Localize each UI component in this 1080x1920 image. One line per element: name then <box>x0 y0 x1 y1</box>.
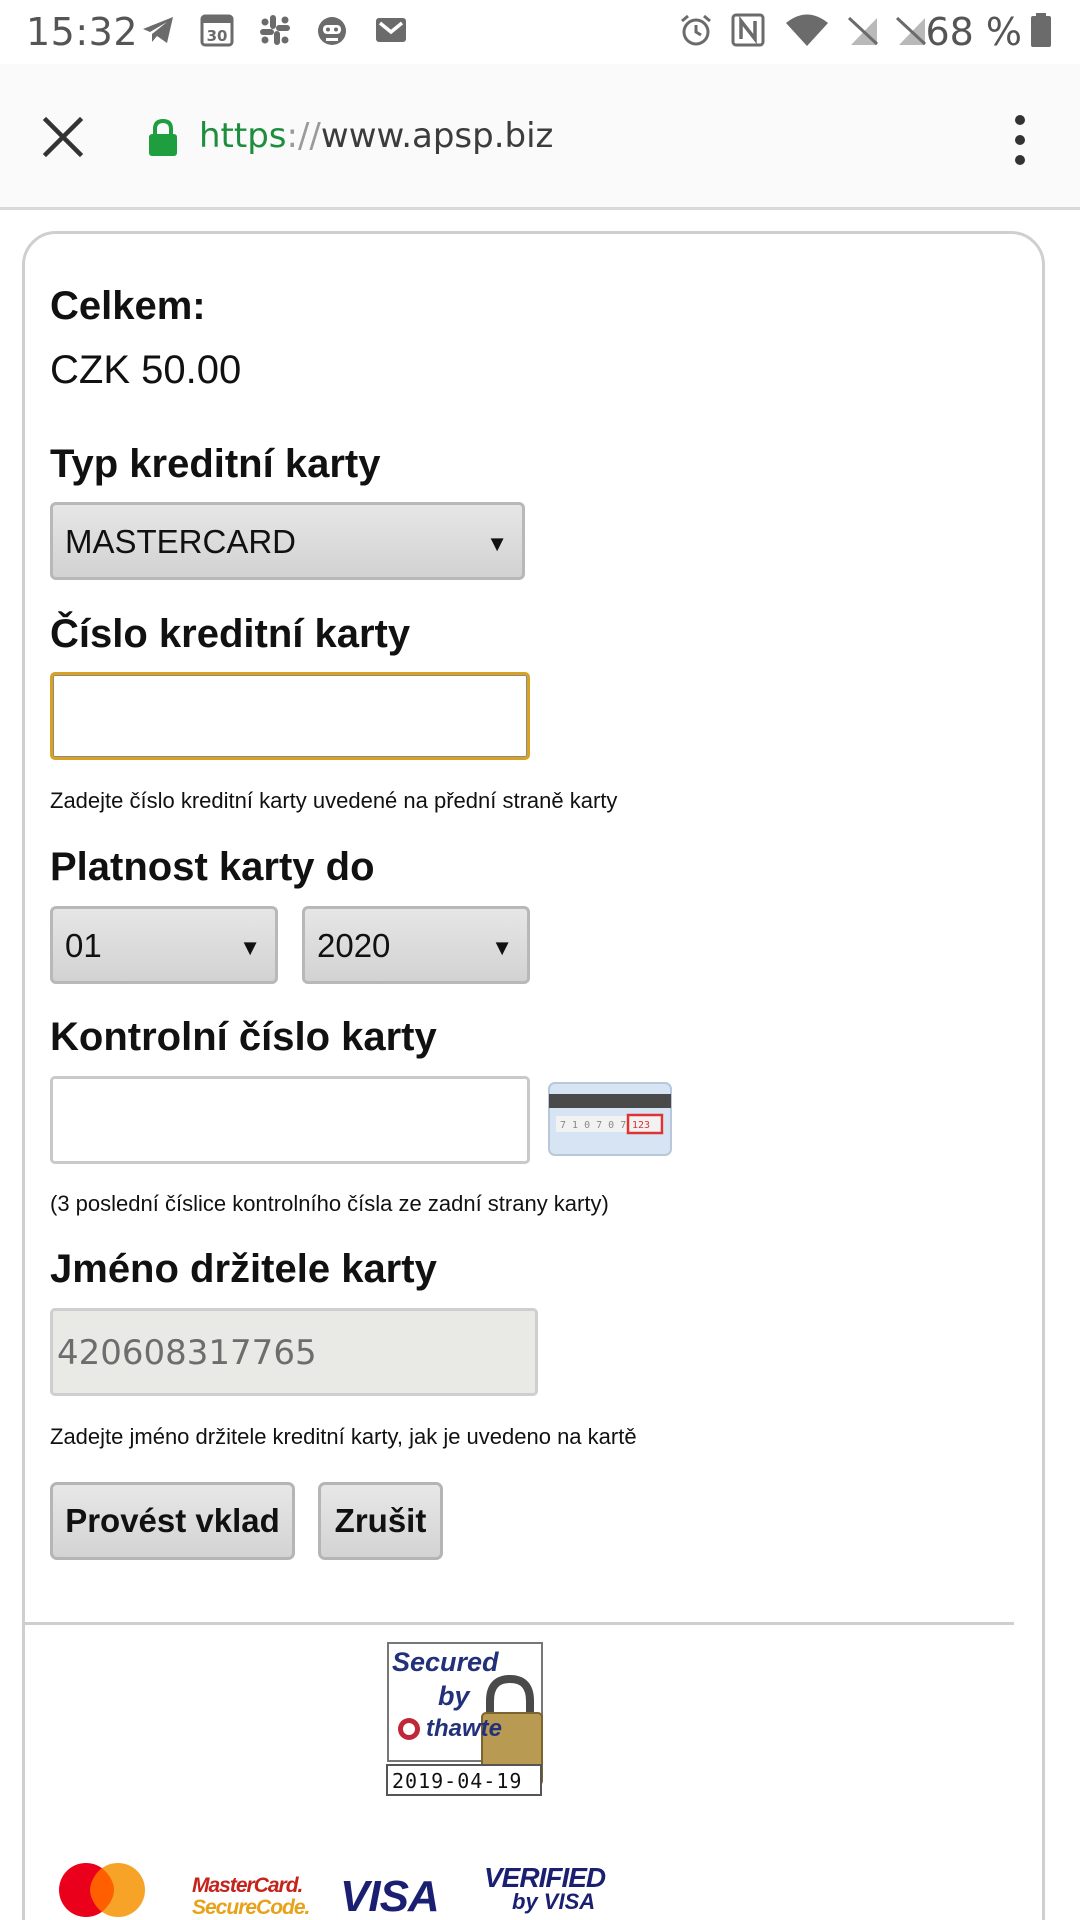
cvv-input[interactable] <box>50 1076 530 1164</box>
seal-date: 2019-04-19 <box>392 1769 523 1793</box>
status-time: 15:32 <box>26 10 139 54</box>
expiry-month-value: 01 <box>65 927 102 964</box>
status-bar: 15:32 30 68 % <box>0 0 1080 64</box>
close-icon[interactable] <box>36 110 90 164</box>
securecode-line2: SecureCode. <box>192 1896 310 1919</box>
thawte-seal[interactable]: Secured by thawte 2019-04-19 <box>386 1641 546 1801</box>
calendar-30-icon: 30 <box>200 14 234 47</box>
card-back-cvv-icon: 7 1 0 7 0 7 123 <box>548 1082 672 1156</box>
expiry-month-select[interactable]: 01 ▼ <box>50 906 278 984</box>
holder-name-value: 420608317765 <box>57 1333 317 1373</box>
card-type-value: MASTERCARD <box>65 523 297 560</box>
verified-by-visa-logo: VERIFIED by VISA <box>484 1862 614 1914</box>
svg-text:7 1 0 7 0 7: 7 1 0 7 0 7 <box>560 1120 626 1131</box>
seal-by-text: by <box>438 1681 470 1711</box>
mastercard-securecode-logo: MasterCard. SecureCode. <box>192 1874 310 1919</box>
card-number-input[interactable] <box>50 672 530 760</box>
seal-brand-text: thawte <box>426 1715 503 1742</box>
holder-name-input[interactable]: 420608317765 <box>50 1308 538 1396</box>
card-number-label: Číslo kreditní karty <box>50 612 411 656</box>
submit-deposit-button[interactable]: Provést vklad <box>50 1482 295 1560</box>
card-type-label: Typ kreditní karty <box>50 442 381 486</box>
card-type-select[interactable]: MASTERCARD ▼ <box>50 502 525 580</box>
holder-label: Jméno držitele karty <box>50 1247 437 1291</box>
verified-line1: VERIFIED <box>484 1862 606 1893</box>
slack-icon <box>260 15 290 45</box>
svg-text:123: 123 <box>632 1120 650 1131</box>
cvv-label: Kontrolní číslo karty <box>50 1015 437 1059</box>
telegram-icon <box>143 17 173 43</box>
holder-hint: Zadejte jméno držitele kreditní karty, j… <box>50 1424 637 1449</box>
card-number-hint: Zadejte číslo kreditní karty uvedené na … <box>50 788 618 813</box>
mastercard-logo-icon <box>59 1863 145 1917</box>
chevron-down-icon: ▼ <box>491 935 513 960</box>
expiry-label: Platnost karty do <box>50 845 375 889</box>
cvv-hint: (3 poslední číslice kontrolního čísla ze… <box>50 1191 609 1216</box>
url-scheme: https <box>199 116 287 156</box>
battery-percent: 68 % <box>925 10 1022 54</box>
gmail-icon <box>376 18 406 42</box>
visa-logo: VISA <box>340 1872 440 1920</box>
seal-secured-text: Secured <box>392 1647 499 1677</box>
svg-text:30: 30 <box>207 27 228 45</box>
divider <box>24 1622 1014 1625</box>
total-label: Celkem: <box>50 284 206 328</box>
verified-line2: by VISA <box>512 1889 596 1914</box>
chevron-down-icon: ▼ <box>486 531 508 556</box>
wifi-icon <box>786 14 828 46</box>
more-options-icon[interactable] <box>1000 112 1040 168</box>
nfc-icon <box>731 13 765 47</box>
browser-toolbar: https://www.apsp.biz <box>0 64 1080 210</box>
expiry-year-value: 2020 <box>317 927 391 964</box>
url-text[interactable]: https://www.apsp.biz <box>199 116 553 156</box>
battery-icon <box>1031 13 1051 47</box>
no-sim-icon <box>847 16 879 46</box>
url-separator: :// <box>286 116 321 156</box>
robot-icon <box>318 17 346 45</box>
cancel-button[interactable]: Zrušit <box>318 1482 443 1560</box>
url-host: www.apsp.biz <box>320 116 554 156</box>
expiry-year-select[interactable]: 2020 ▼ <box>302 906 530 984</box>
alarm-icon <box>681 14 711 46</box>
securecode-line1: MasterCard. <box>192 1874 303 1897</box>
total-value: CZK 50.00 <box>50 348 242 392</box>
chevron-down-icon: ▼ <box>239 935 261 960</box>
lock-icon <box>149 118 177 156</box>
no-sim-icon <box>895 16 927 46</box>
